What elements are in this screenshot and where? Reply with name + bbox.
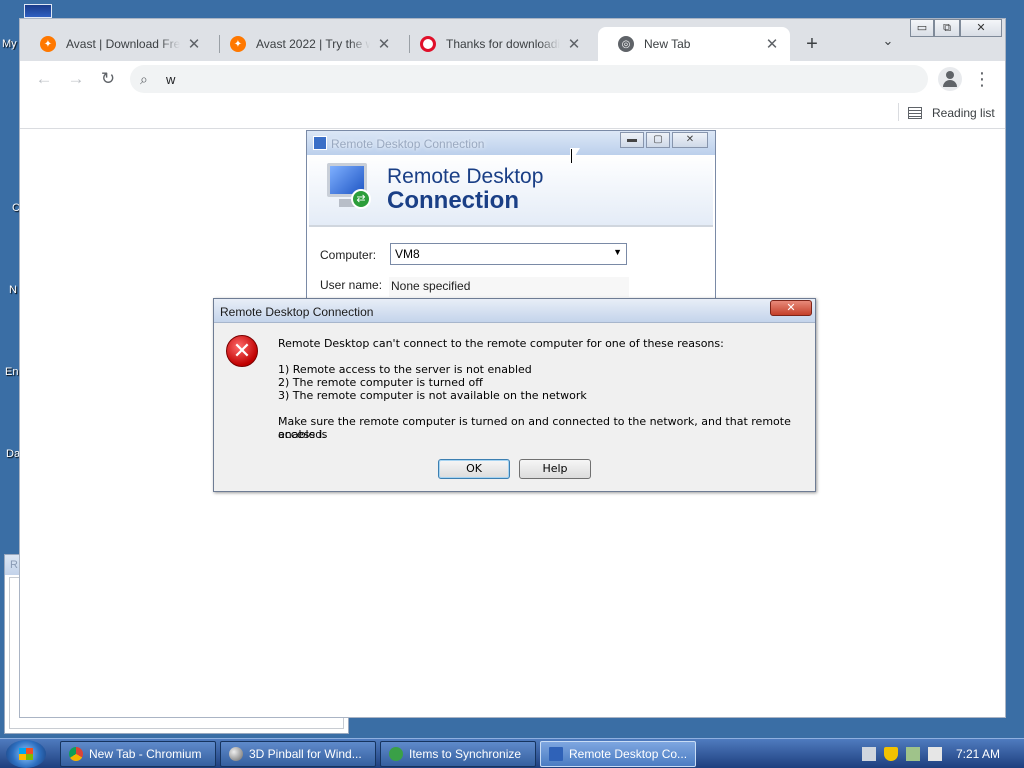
opera-icon bbox=[420, 36, 436, 52]
desktop-icon-my-computer[interactable] bbox=[24, 4, 52, 18]
start-button[interactable] bbox=[6, 740, 46, 768]
computer-value[interactable]: VM8 bbox=[395, 247, 420, 261]
taskbar-item-remote-desktop[interactable]: Remote Desktop Co... bbox=[540, 741, 696, 767]
error-advice: Make sure the remote computer is turned … bbox=[278, 415, 791, 441]
computer-combobox[interactable]: VM8 ▼ bbox=[390, 243, 627, 265]
error-dialog-titlebar[interactable]: Remote Desktop Connection ✕ bbox=[214, 299, 815, 323]
search-icon: ⌕ bbox=[140, 70, 148, 87]
remote-arrows-icon: ⇄ bbox=[351, 189, 371, 209]
ok-button[interactable]: OK bbox=[438, 459, 510, 479]
bookmarks-bar: Reading list bbox=[20, 97, 1005, 129]
system-tray: 7:21 AM bbox=[862, 741, 1024, 767]
close-icon[interactable]: ✕ bbox=[566, 35, 582, 53]
tab-title: Avast | Download Free Antivirus bbox=[66, 37, 180, 51]
browser-menu-button[interactable]: ⋮ bbox=[972, 67, 992, 91]
computer-label: Computer: bbox=[320, 248, 377, 262]
taskbar-item-label: Items to Synchronize bbox=[409, 747, 522, 761]
error-dialog-title: Remote Desktop Connection bbox=[220, 305, 374, 319]
tab-opera[interactable]: Thanks for downloading Opera ✕ bbox=[400, 27, 592, 61]
error-reason: 3) The remote computer is not available … bbox=[278, 389, 587, 402]
reading-list-label: Reading list bbox=[932, 106, 995, 120]
avast-icon: ✦ bbox=[230, 36, 246, 52]
tab-search-button[interactable]: ⌄ bbox=[878, 33, 898, 53]
network-icon[interactable] bbox=[906, 747, 920, 761]
maximize-button[interactable]: ⧉ bbox=[934, 19, 960, 37]
rdc-banner-title: Remote Desktop bbox=[387, 165, 544, 188]
globe-icon: ◎ bbox=[618, 36, 634, 52]
error-dialog: Remote Desktop Connection ✕ ✕ Remote Des… bbox=[213, 298, 816, 492]
tab-title: Avast 2022 | Try the world's bbox=[256, 37, 370, 51]
tab-avast-2022[interactable]: ✦ Avast 2022 | Try the world's ✕ bbox=[210, 27, 402, 61]
help-button[interactable]: Help bbox=[519, 459, 591, 479]
username-value: None specified bbox=[389, 277, 629, 297]
error-dialog-close-button[interactable]: ✕ bbox=[770, 300, 812, 316]
close-icon[interactable]: ✕ bbox=[764, 35, 780, 53]
tab-strip: ✦ Avast | Download Free Antivirus ✕ ✦ Av… bbox=[20, 19, 1005, 61]
dropdown-arrow-icon[interactable]: ▼ bbox=[613, 247, 622, 257]
avast-icon: ✦ bbox=[40, 36, 56, 52]
rdc-banner-subtitle: Connection bbox=[387, 187, 519, 214]
username-label: User name: bbox=[320, 278, 383, 292]
taskbar-item-label: 3D Pinball for Wind... bbox=[249, 747, 362, 761]
rdc-maximize-button[interactable]: ▢ bbox=[646, 132, 670, 148]
taskbar-item-sync[interactable]: Items to Synchronize bbox=[380, 741, 536, 767]
address-bar[interactable]: ⌕ w bbox=[130, 65, 928, 93]
rdc-titlebar[interactable]: Remote Desktop Connection ▬ ▢ ✕ bbox=[307, 131, 715, 155]
error-reason: 1) Remote access to the server is not en… bbox=[278, 363, 532, 376]
taskbar-item-label: Remote Desktop Co... bbox=[569, 747, 688, 761]
remote-desktop-window: Remote Desktop Connection ▬ ▢ ✕ ⇄ Remote… bbox=[306, 130, 716, 300]
taskbar: New Tab - Chromium 3D Pinball for Wind..… bbox=[0, 738, 1024, 768]
rdc-window-title: Remote Desktop Connection bbox=[331, 137, 485, 151]
back-button[interactable]: ← bbox=[32, 67, 56, 91]
rdc-app-icon bbox=[313, 136, 327, 150]
background-window-title: R bbox=[10, 559, 18, 571]
profile-avatar-button[interactable] bbox=[938, 67, 962, 91]
chromium-icon bbox=[69, 747, 83, 761]
error-message-intro: Remote Desktop can't connect to the remo… bbox=[278, 337, 724, 350]
new-tab-button[interactable]: + bbox=[800, 32, 824, 56]
reload-button[interactable]: ↻ bbox=[96, 67, 120, 91]
rdc-close-button[interactable]: ✕ bbox=[672, 132, 708, 148]
taskbar-item-chromium[interactable]: New Tab - Chromium bbox=[60, 741, 216, 767]
mouse-pointer-icon bbox=[570, 148, 580, 164]
bookmarks-separator bbox=[898, 103, 899, 121]
security-shield-icon[interactable] bbox=[884, 747, 898, 761]
taskbar-item-label: New Tab - Chromium bbox=[89, 747, 202, 761]
address-bar-text[interactable]: w bbox=[166, 72, 175, 87]
error-advice-continued: enabled. bbox=[278, 428, 326, 441]
volume-icon[interactable] bbox=[928, 747, 942, 761]
rdc-icon bbox=[549, 747, 563, 761]
reading-list-icon bbox=[908, 107, 922, 119]
browser-toolbar: ← → ↻ ⌕ w ⋮ bbox=[20, 61, 1005, 97]
tab-new-tab[interactable]: ◎ New Tab ✕ bbox=[598, 27, 790, 61]
error-reason: 2) The remote computer is turned off bbox=[278, 376, 483, 389]
error-icon: ✕ bbox=[226, 335, 258, 367]
minimize-button[interactable]: ▭ bbox=[910, 19, 934, 37]
clock[interactable]: 7:21 AM bbox=[956, 747, 1000, 761]
close-icon[interactable]: ✕ bbox=[186, 35, 202, 53]
pinball-icon bbox=[229, 747, 243, 761]
reading-list-button[interactable]: Reading list bbox=[908, 103, 995, 123]
tab-title: Thanks for downloading Opera bbox=[446, 37, 560, 51]
forward-button[interactable]: → bbox=[64, 67, 88, 91]
taskbar-item-pinball[interactable]: 3D Pinball for Wind... bbox=[220, 741, 376, 767]
keyboard-icon[interactable] bbox=[862, 747, 876, 761]
desktop-icon-label[interactable]: My bbox=[2, 38, 20, 50]
close-icon[interactable]: ✕ bbox=[376, 35, 392, 53]
tab-title: New Tab bbox=[644, 37, 691, 51]
close-window-button[interactable]: ✕ bbox=[960, 19, 1002, 37]
rdc-banner: ⇄ Remote Desktop Connection bbox=[309, 155, 713, 227]
sync-icon bbox=[389, 747, 403, 761]
rdc-minimize-button[interactable]: ▬ bbox=[620, 132, 644, 148]
tab-avast-download[interactable]: ✦ Avast | Download Free Antivirus ✕ bbox=[20, 27, 212, 61]
